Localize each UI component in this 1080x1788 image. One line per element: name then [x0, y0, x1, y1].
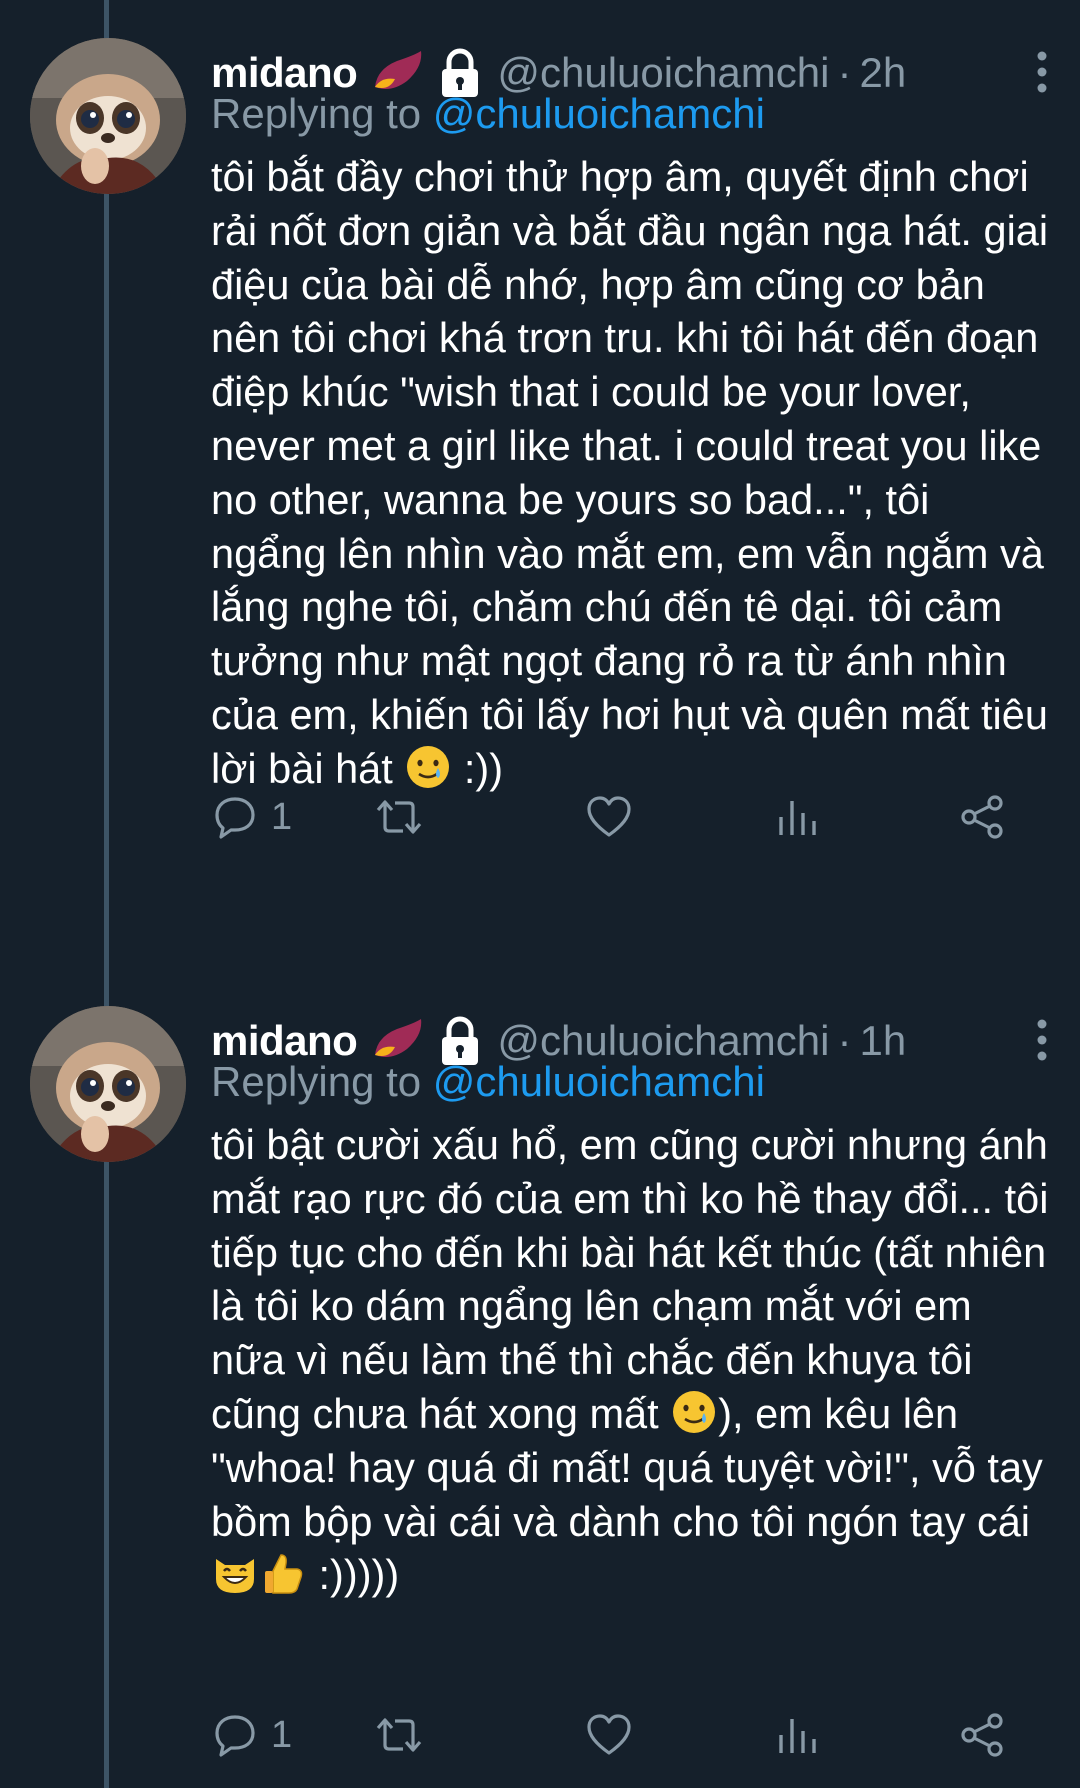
avatar[interactable] [30, 1006, 186, 1162]
replying-to-mention[interactable]: @chuluoichamchi [433, 90, 765, 137]
retweet-button[interactable] [375, 787, 423, 847]
reply-icon [215, 1715, 255, 1757]
grinning-cat-icon [216, 1559, 254, 1594]
share-icon [961, 1713, 1003, 1757]
reply-button[interactable]: 1 [211, 1705, 292, 1765]
replying-to-label: Replying to [211, 1058, 433, 1105]
reply-count: 1 [271, 795, 293, 838]
avatar[interactable] [30, 38, 186, 194]
share-button[interactable] [959, 1705, 1007, 1765]
replying-to-label: Replying to [211, 90, 433, 137]
more-options-icon[interactable] [1032, 1016, 1052, 1064]
tweet-actions: 1 [211, 787, 1031, 847]
reply-icon [215, 797, 255, 839]
retweet-button[interactable] [375, 1705, 423, 1765]
retweet-icon [376, 800, 422, 834]
smiling-tear-icon [407, 745, 450, 788]
separator: · [837, 1017, 852, 1064]
analytics-button[interactable] [773, 787, 821, 847]
tweet-text-main: tôi bắt đầy chơi thử hợp âm, quyết định … [211, 153, 1060, 792]
retweet-icon [376, 1718, 422, 1752]
heart-icon [587, 796, 631, 837]
tweet-actions: 1 [211, 1705, 1031, 1765]
replying-to: Replying to @chuluoichamchi [211, 90, 765, 138]
reply-button[interactable]: 1 [211, 787, 292, 847]
timestamp[interactable]: 2h [859, 49, 906, 97]
analytics-icon [779, 1719, 816, 1753]
analytics-icon [779, 801, 816, 835]
tweet-text-tail: :))))) [307, 1551, 400, 1599]
analytics-button[interactable] [773, 1705, 821, 1765]
tweet-text: tôi bắt đầy chơi thử hợp âm, quyết định … [211, 150, 1051, 796]
replying-to: Replying to @chuluoichamchi [211, 1058, 765, 1106]
thread-line [104, 0, 109, 1788]
smiling-tear-icon [673, 1390, 716, 1433]
share-icon [961, 795, 1003, 839]
share-button[interactable] [959, 787, 1007, 847]
heart-icon [587, 1714, 631, 1755]
tweet-text-tail: :)) [452, 744, 504, 792]
reply-count: 1 [271, 1713, 293, 1756]
thumbs-up-icon [265, 1554, 303, 1595]
tweet-text: tôi bật cười xấu hổ, em cũng cười nhưng … [211, 1118, 1051, 1602]
like-button[interactable] [585, 1705, 633, 1765]
timestamp[interactable]: 1h [859, 1017, 906, 1065]
more-options-icon[interactable] [1032, 48, 1052, 96]
replying-to-mention[interactable]: @chuluoichamchi [433, 1058, 765, 1105]
separator: · [837, 49, 852, 96]
like-button[interactable] [585, 787, 633, 847]
